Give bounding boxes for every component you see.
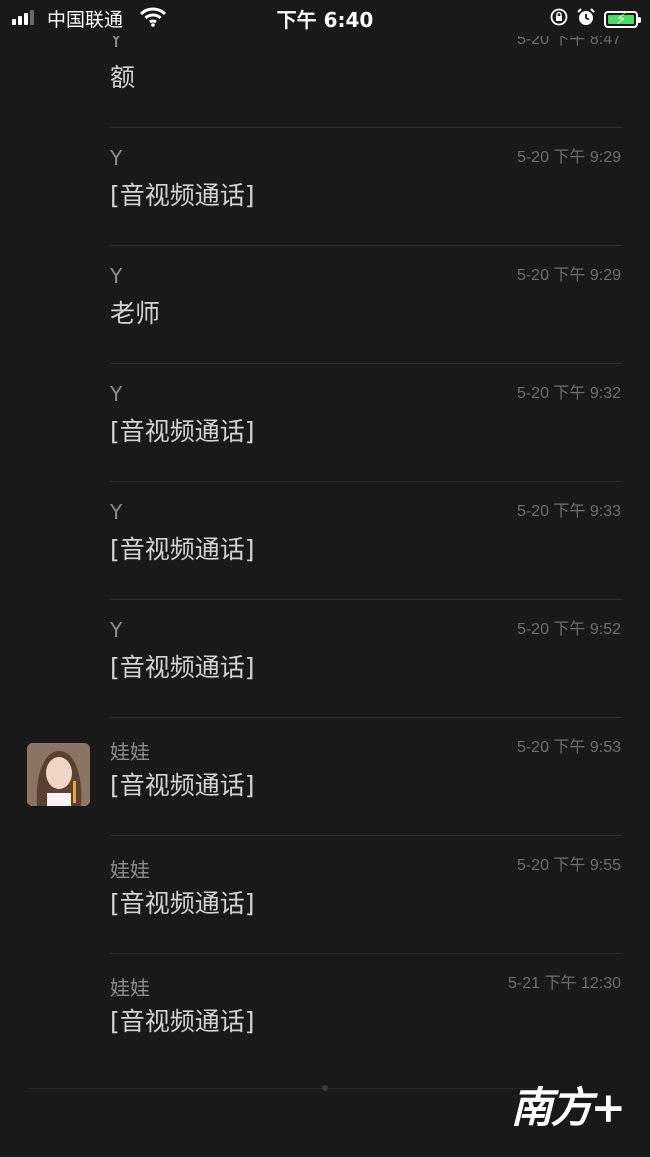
message-content: [音视频通话] <box>110 653 255 682</box>
sender-name: Y <box>110 146 123 170</box>
message-item[interactable]: Y 5-20 下午 9:33 [音视频通话] <box>0 482 650 600</box>
message-content: [音视频通话] <box>110 181 255 210</box>
battery-icon: ⚡ <box>604 10 641 28</box>
status-bar: 中国联通 下午 6:40 ⚡ <box>0 0 650 36</box>
message-time: 5-20 下午 9:33 <box>516 503 621 520</box>
orientation-lock-icon <box>550 8 568 30</box>
message-time: 5-20 下午 9:52 <box>516 621 621 638</box>
message-item[interactable]: Y 5-20 下午 9:29 [音视频通话] <box>0 128 650 246</box>
message-time: 5-20 下午 9:29 <box>516 149 621 166</box>
sender-name: 娃娃 <box>110 858 150 882</box>
sender-name: Y <box>110 500 123 524</box>
message-content: [音视频通话] <box>110 771 255 800</box>
message-time: 5-20 下午 9:55 <box>516 857 621 874</box>
message-content: [音视频通话] <box>110 535 255 564</box>
message-content: 额 <box>110 63 136 92</box>
avatar-image <box>27 743 90 806</box>
sender-name: Y <box>110 382 123 406</box>
message-time: 5-20 下午 9:53 <box>516 739 621 756</box>
message-time: 5-20 下午 9:29 <box>516 267 621 284</box>
watermark-logo: 南方+ <box>510 1083 626 1132</box>
sender-name: 娃娃 <box>110 976 150 1000</box>
message-content: [音视频通话] <box>110 417 255 446</box>
sender-name: Y <box>110 618 123 642</box>
message-item[interactable]: 娃娃 5-20 下午 9:53 [音视频通话] <box>0 718 650 836</box>
message-time: 5-21 下午 12:30 <box>508 975 621 992</box>
sender-name: Y <box>110 264 123 288</box>
message-item[interactable]: Y 5-20 下午 9:52 [音视频通话] <box>0 600 650 718</box>
message-item[interactable]: 娃娃 5-20 下午 9:55 [音视频通话] <box>0 836 650 954</box>
message-item[interactable]: 娃娃 5-21 下午 12:30 [音视频通话] <box>0 954 650 1072</box>
message-content: 老师 <box>110 299 161 328</box>
message-content: [音视频通话] <box>110 1007 255 1036</box>
avatar[interactable] <box>27 743 90 806</box>
message-content: [音视频通话] <box>110 889 255 918</box>
message-time: 5-20 下午 9:32 <box>516 385 621 402</box>
alarm-icon <box>576 7 596 31</box>
sender-name: 娃娃 <box>110 740 150 764</box>
message-item[interactable]: Y 5-20 下午 9:29 老师 <box>0 246 650 364</box>
message-item[interactable]: Y 5-20 下午 9:32 [音视频通话] <box>0 364 650 482</box>
footer-divider <box>28 1088 540 1089</box>
footer-dot <box>322 1085 328 1091</box>
